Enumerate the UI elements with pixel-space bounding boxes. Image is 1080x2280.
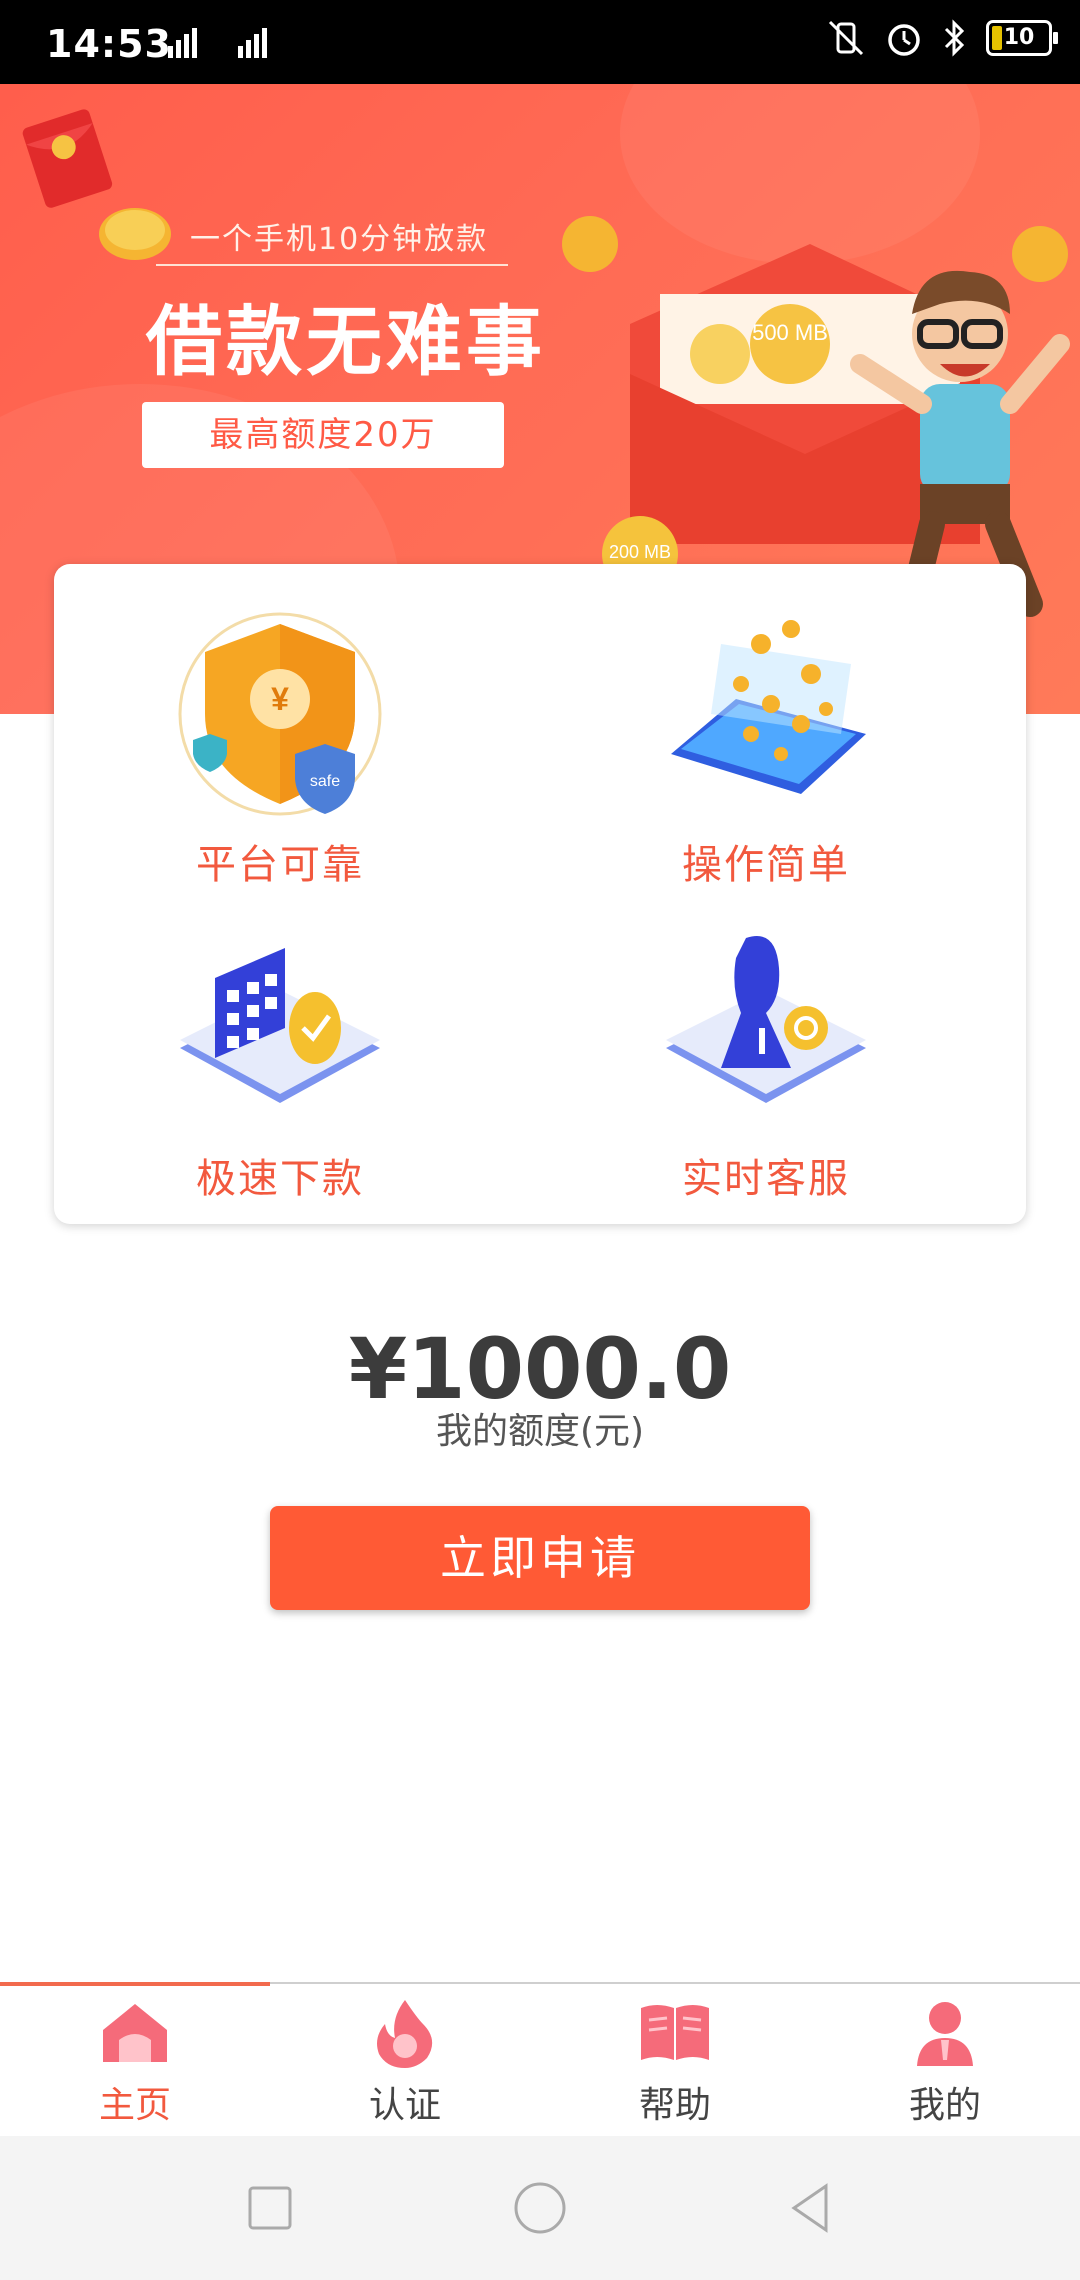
back-icon[interactable] xyxy=(780,2178,840,2238)
home-icon xyxy=(103,2004,167,2062)
mute-vibrate-icon xyxy=(828,20,864,56)
coin-label: 500 MB xyxy=(752,320,828,345)
feature-label: 平台可靠 xyxy=(196,842,364,888)
screen: 14:53 10 一个手机10分钟放款 借款无难事 最高额度20万 500 MB… xyxy=(0,0,1080,2280)
coin-label: 200 MB xyxy=(609,542,671,562)
bluetooth-icon xyxy=(944,19,965,57)
tab-label: 主页 xyxy=(98,2085,171,2126)
feature-fast-loan[interactable]: 极速下款 xyxy=(140,918,420,1204)
system-navigation-bar xyxy=(0,2136,1080,2280)
feature-label: 操作简单 xyxy=(682,842,850,888)
tab-mine[interactable]: 我的 xyxy=(810,1994,1080,2134)
banner-badge: 最高额度20万 xyxy=(142,402,504,468)
banner-title: 借款无难事 xyxy=(146,297,546,386)
tab-label: 帮助 xyxy=(638,2085,711,2126)
feature-reliable[interactable]: ¥ safe 平台可靠 xyxy=(140,604,420,890)
fire-icon xyxy=(377,2000,433,2068)
apply-now-button[interactable]: 立即申请 xyxy=(270,1506,810,1610)
feature-label: 实时客服 xyxy=(682,1156,850,1202)
feature-simple[interactable]: 操作简单 xyxy=(626,604,906,890)
svg-text:safe: safe xyxy=(310,773,340,790)
recent-apps-icon[interactable] xyxy=(240,2178,300,2238)
status-bar: 14:53 10 xyxy=(0,0,1080,84)
feature-card: ¥ safe 平台可靠 操作简单 极速下款 实时客服 xyxy=(54,564,1026,1224)
tab-home[interactable]: 主页 xyxy=(0,1994,270,2134)
phone-coins-icon xyxy=(671,620,866,794)
quota-label: 我的额度(元) xyxy=(435,1411,645,1452)
calendar-clock-icon xyxy=(180,948,380,1103)
tab-label: 认证 xyxy=(368,2085,441,2126)
book-icon xyxy=(641,2005,709,2060)
battery-indicator: 10 xyxy=(986,20,1058,56)
feature-label: 极速下款 xyxy=(196,1156,364,1202)
status-icons: 10 xyxy=(826,18,1058,58)
banner-subtitle: 一个手机10分钟放款 xyxy=(190,222,489,257)
gold-coin-icon xyxy=(99,208,171,260)
shield-yen-icon: ¥ safe xyxy=(178,612,382,816)
svg-text:¥: ¥ xyxy=(271,681,289,717)
tab-verify[interactable]: 认证 xyxy=(270,1994,540,2134)
bottom-tab-bar: 主页 认证 帮助 我的 xyxy=(0,1982,1080,2136)
user-icon xyxy=(917,2002,973,2066)
network-indicator xyxy=(150,26,290,70)
customer-service-icon xyxy=(666,936,866,1103)
banner-divider xyxy=(156,264,508,266)
feature-customer-service[interactable]: 实时客服 xyxy=(626,918,906,1204)
home-circle-icon[interactable] xyxy=(510,2178,570,2238)
alarm-icon xyxy=(888,24,920,56)
signal-icon xyxy=(168,28,267,58)
tab-label: 我的 xyxy=(908,2085,981,2126)
active-tab-indicator xyxy=(0,1982,270,1986)
tab-help[interactable]: 帮助 xyxy=(540,1994,810,2134)
